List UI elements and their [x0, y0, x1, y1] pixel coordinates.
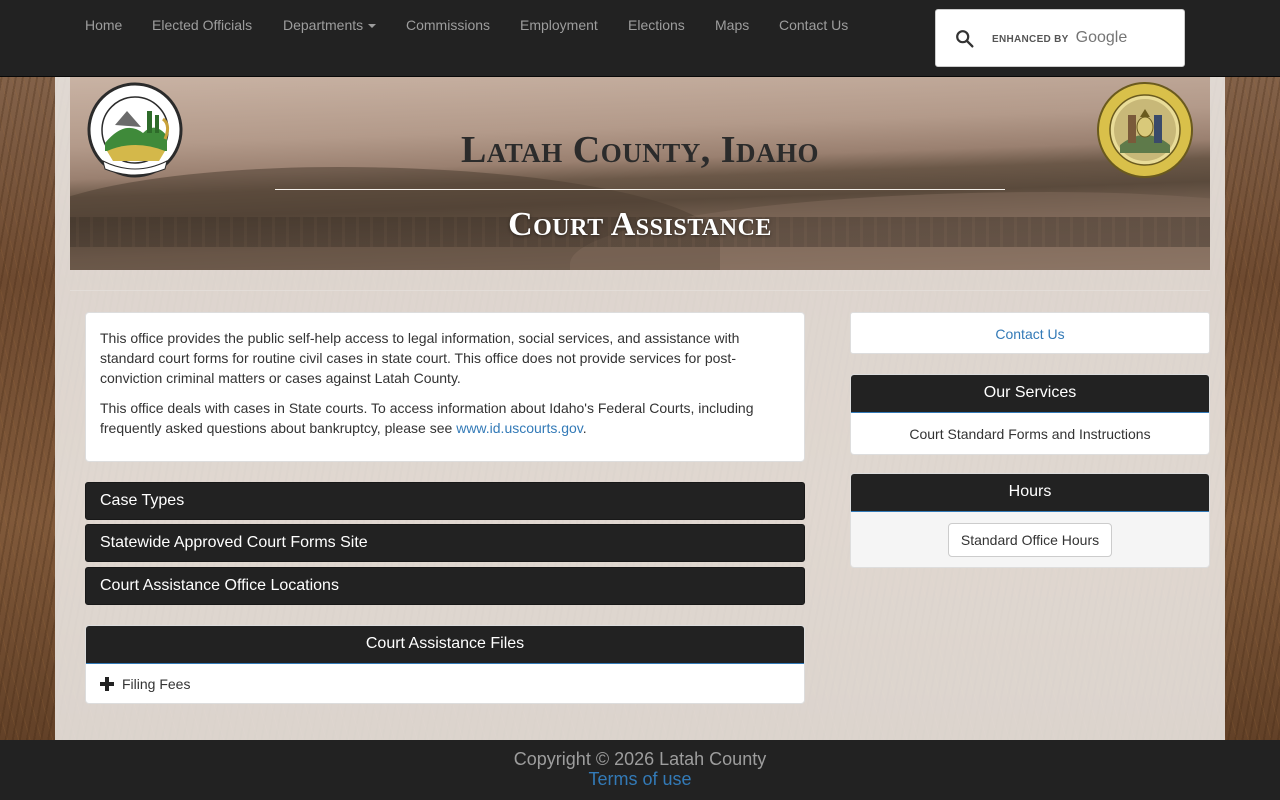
file-item-label: Filing Fees — [122, 676, 191, 692]
nav-departments[interactable]: Departments — [283, 17, 377, 33]
title-divider — [275, 189, 1005, 190]
our-services-heading: Our Services — [851, 375, 1209, 413]
nav-employment[interactable]: Employment — [520, 17, 598, 33]
intro-card: This office provides the public self-hel… — [85, 312, 805, 462]
nav-contact-us[interactable]: Contact Us — [779, 17, 848, 33]
footer: Copyright © 2026 Latah County Terms of u… — [0, 740, 1280, 800]
sidebar-contact-us-button[interactable]: Contact Us — [850, 312, 1210, 354]
search-input[interactable]: ENHANCED BY Google — [935, 9, 1185, 67]
nav-elections[interactable]: Elections — [628, 17, 685, 33]
accordion-statewide-forms[interactable]: Statewide Approved Court Forms Site — [85, 524, 805, 562]
accordion-case-types[interactable]: Case Types — [85, 482, 805, 520]
accordion-office-locations[interactable]: Court Assistance Office Locations — [85, 567, 805, 605]
hours-panel: Hours Standard Office Hours — [850, 473, 1210, 568]
top-navbar: Home Elected Officials Departments Commi… — [0, 0, 1280, 77]
page-title: Court Assistance — [508, 206, 772, 243]
intro-paragraph-2-end: . — [582, 420, 587, 436]
court-assistance-files-panel: Court Assistance Files Filing Fees — [85, 625, 805, 704]
intro-paragraph-2-text: This office deals with cases in State co… — [100, 400, 754, 436]
intro-paragraph-1: This office provides the public self-hel… — [100, 330, 740, 386]
our-services-panel: Our Services Court Standard Forms and In… — [850, 374, 1210, 455]
county-title: Latah County, Idaho — [460, 129, 820, 171]
hours-body: Standard Office Hours — [851, 512, 1209, 567]
nav-departments-label: Departments — [283, 17, 364, 33]
nav-elected-officials[interactable]: Elected Officials — [152, 17, 252, 33]
us-courts-link[interactable]: www.id.uscourts.gov — [456, 420, 583, 436]
copyright-text: Copyright © 2026 Latah County — [513, 749, 767, 769]
search-icon[interactable] — [954, 28, 976, 50]
nav-commissions[interactable]: Commissions — [406, 17, 490, 33]
nav-home[interactable]: Home — [85, 17, 122, 33]
files-heading: Court Assistance Files — [86, 626, 804, 664]
google-brand: Google — [1075, 29, 1128, 46]
file-item-filing-fees[interactable]: Filing Fees — [86, 664, 804, 703]
plus-icon[interactable] — [100, 677, 114, 691]
standard-office-hours-button[interactable]: Standard Office Hours — [947, 523, 1113, 557]
terms-of-use-link[interactable]: Terms of use — [0, 769, 1280, 789]
intro-paragraph-2: This office deals with cases in State co… — [100, 398, 790, 438]
section-divider — [70, 290, 1210, 291]
nav-maps[interactable]: Maps — [715, 17, 749, 33]
caret-down-icon — [368, 24, 377, 29]
enhanced-by-label: ENHANCED BY — [992, 34, 1069, 45]
hours-heading: Hours — [851, 474, 1209, 512]
service-court-forms-link[interactable]: Court Standard Forms and Instructions — [851, 413, 1209, 454]
search-placeholder: ENHANCED BY Google — [992, 29, 1127, 47]
